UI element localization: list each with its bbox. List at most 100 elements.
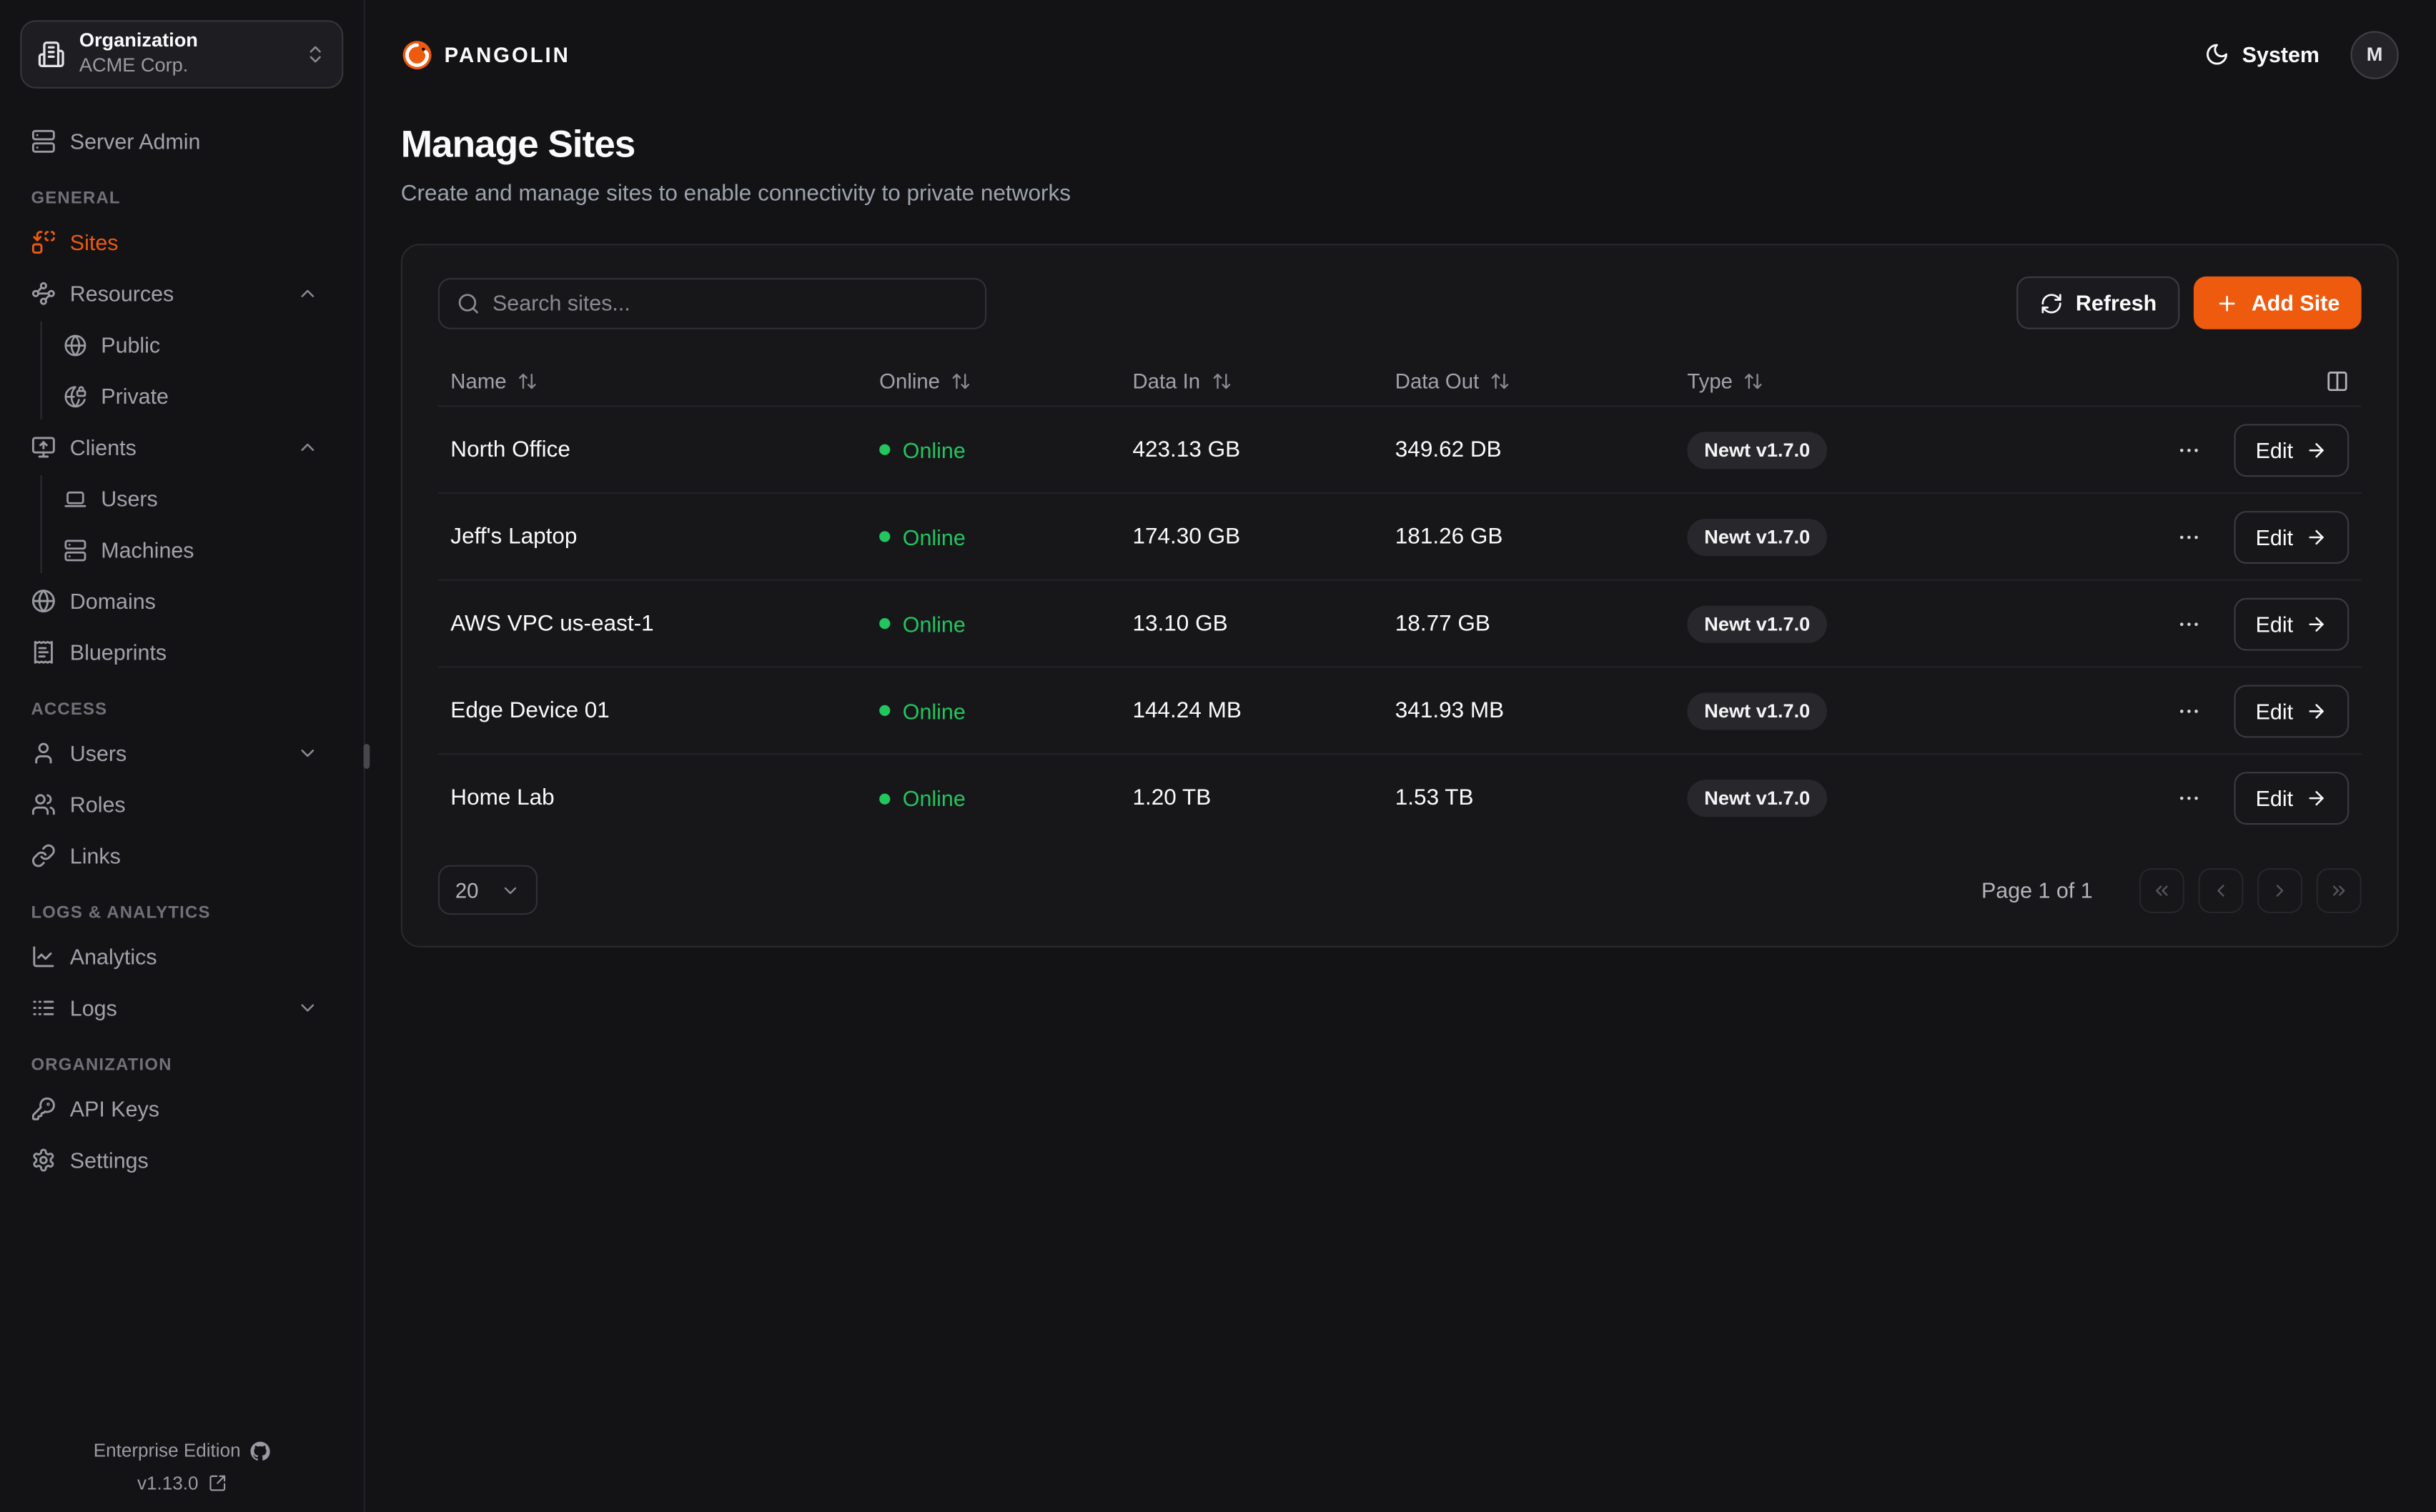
section-label-general: GENERAL	[21, 189, 342, 208]
column-header-data-out[interactable]: Data Out	[1382, 369, 1675, 393]
sidebar-item-links[interactable]: Links	[21, 832, 342, 879]
sidebar-item-label: Users	[70, 741, 127, 766]
site-name: AWS VPC us-east-1	[438, 611, 867, 636]
page-size-select[interactable]: 20	[438, 865, 538, 915]
sort-icon[interactable]	[1490, 371, 1510, 391]
sidebar-item-clients[interactable]: Clients	[21, 424, 342, 470]
sort-icon[interactable]	[1211, 371, 1231, 391]
sidebar-item-settings[interactable]: Settings	[21, 1137, 342, 1183]
sidebar-item-label: Blueprints	[70, 640, 167, 665]
row-menu-button[interactable]	[2177, 524, 2202, 549]
sidebar-item-label: Public	[101, 332, 160, 357]
sidebar-item-label: Domains	[70, 589, 156, 614]
user-icon	[31, 741, 56, 766]
page-info: Page 1 of 1	[1981, 877, 2093, 902]
table-row: Home Lab Online 1.20 TB 1.53 TB Newt v1.…	[438, 755, 2362, 842]
avatar[interactable]: M	[2350, 30, 2398, 78]
row-menu-button[interactable]	[2177, 786, 2202, 811]
sort-icon[interactable]	[951, 371, 971, 391]
sidebar-item-label: Private	[101, 384, 169, 409]
column-header-actions	[2071, 369, 2361, 393]
data-in-value: 423.13 GB	[1120, 437, 1382, 462]
last-page-button[interactable]	[2317, 867, 2362, 912]
sort-icon[interactable]	[518, 371, 538, 391]
next-page-button[interactable]	[2257, 867, 2302, 912]
site-name: Jeff's Laptop	[438, 524, 867, 549]
arrow-right-icon	[2305, 787, 2327, 809]
org-switcher-value: ACME Corp.	[79, 54, 291, 79]
row-menu-button[interactable]	[2177, 437, 2202, 462]
chevron-up-icon	[297, 283, 318, 304]
chevron-right-icon	[2269, 880, 2289, 900]
status-badge: Online	[879, 611, 966, 636]
edition-line[interactable]: Enterprise Edition	[0, 1440, 364, 1461]
arrow-right-icon	[2305, 612, 2327, 634]
row-menu-button[interactable]	[2177, 611, 2202, 636]
type-badge: Newt v1.7.0	[1687, 431, 1827, 468]
brand[interactable]: PANGOLIN	[401, 38, 570, 71]
column-header-type[interactable]: Type	[1675, 369, 2071, 393]
refresh-button[interactable]: Refresh	[2016, 277, 2180, 329]
sidebar-item-sites[interactable]: Sites	[21, 219, 342, 265]
github-icon	[250, 1441, 270, 1461]
sidebar-item-server-admin[interactable]: Server Admin	[21, 118, 342, 164]
theme-toggle[interactable]: System	[2205, 42, 2319, 67]
sidebar-item-private[interactable]: Private	[61, 373, 342, 419]
sidebar-item-label: Machines	[101, 537, 194, 562]
columns-toggle-icon[interactable]	[2326, 369, 2350, 393]
first-page-button[interactable]	[2139, 867, 2184, 912]
sidebar-scrollbar-thumb[interactable]	[364, 744, 370, 769]
prev-page-button[interactable]	[2198, 867, 2243, 912]
search-input[interactable]	[492, 290, 968, 315]
content: Manage Sites Create and manage sites to …	[365, 109, 2436, 948]
sidebar-item-label: API Keys	[70, 1096, 159, 1121]
sidebar-item-roles[interactable]: Roles	[21, 781, 342, 827]
sort-icon[interactable]	[1743, 371, 1763, 391]
edit-button[interactable]: Edit	[2234, 684, 2349, 737]
card-toolbar: Refresh Add Site	[438, 277, 2362, 329]
sites-card: Refresh Add Site Name	[401, 244, 2399, 948]
column-header-online[interactable]: Online	[867, 369, 1120, 393]
column-header-name[interactable]: Name	[438, 369, 867, 393]
sites-table: Name Online Data In Data Out	[438, 357, 2362, 842]
refresh-icon	[2040, 292, 2064, 315]
arrow-right-icon	[2305, 439, 2327, 460]
add-site-button[interactable]: Add Site	[2194, 277, 2361, 329]
org-switcher[interactable]: Organization ACME Corp.	[20, 20, 343, 89]
online-dot-icon	[879, 618, 890, 629]
app-root: Organization ACME Corp. Server Admin GEN…	[0, 0, 2436, 1512]
chevron-up-icon	[297, 437, 318, 458]
edit-button[interactable]: Edit	[2234, 423, 2349, 476]
chevrons-left-icon	[2152, 880, 2172, 900]
edit-button[interactable]: Edit	[2234, 772, 2349, 825]
monitor-up-icon	[31, 435, 56, 460]
search-icon	[457, 292, 480, 315]
globe-icon	[64, 333, 87, 357]
sidebar-item-logs[interactable]: Logs	[21, 985, 342, 1031]
sidebar-item-blueprints[interactable]: Blueprints	[21, 629, 342, 675]
edit-button[interactable]: Edit	[2234, 597, 2349, 650]
arrow-right-icon	[2305, 700, 2327, 721]
row-menu-button[interactable]	[2177, 698, 2202, 723]
sidebar-nav: Server Admin GENERAL Sites Resources Pub…	[0, 111, 364, 1183]
gear-icon	[31, 1148, 56, 1173]
sidebar-item-public[interactable]: Public	[61, 322, 342, 368]
online-dot-icon	[879, 793, 890, 804]
sidebar-item-client-users[interactable]: Users	[61, 475, 342, 522]
waypoints-icon	[31, 281, 56, 306]
link-icon	[31, 843, 56, 868]
column-header-data-in[interactable]: Data In	[1120, 369, 1382, 393]
sidebar-item-api-keys[interactable]: API Keys	[21, 1085, 342, 1132]
sidebar-item-domains[interactable]: Domains	[21, 578, 342, 625]
sidebar-item-label: Clients	[70, 435, 137, 460]
sidebar-item-resources[interactable]: Resources	[21, 270, 342, 317]
external-link-icon	[208, 1474, 227, 1493]
sidebar-item-analytics[interactable]: Analytics	[21, 933, 342, 980]
sidebar-item-label: Roles	[70, 792, 126, 817]
sidebar-item-machines[interactable]: Machines	[61, 527, 342, 573]
data-out-value: 1.53 TB	[1382, 786, 1675, 811]
site-name: North Office	[438, 437, 867, 462]
sidebar-item-users[interactable]: Users	[21, 730, 342, 777]
edit-button[interactable]: Edit	[2234, 510, 2349, 563]
version-line[interactable]: v1.13.0	[0, 1472, 364, 1493]
